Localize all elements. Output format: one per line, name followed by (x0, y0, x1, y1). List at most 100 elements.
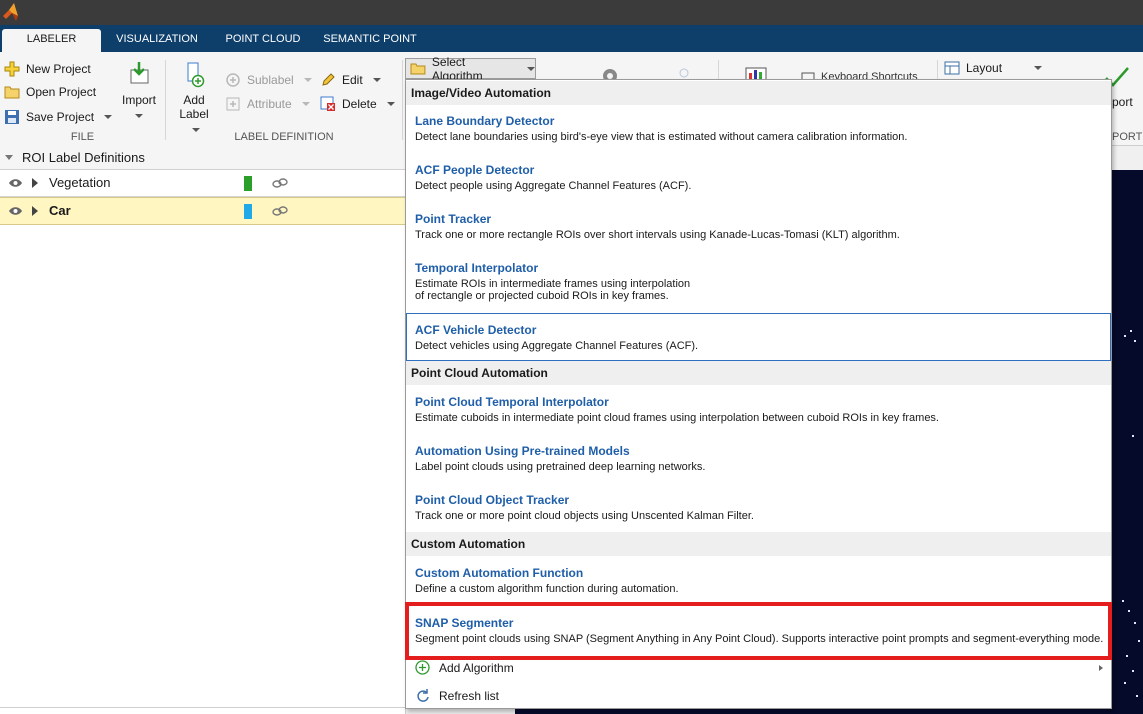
label-color-swatch[interactable] (244, 204, 252, 219)
chevron-down-icon (372, 78, 381, 82)
algorithm-item-point-cloud-object-tracker[interactable]: Point Cloud Object Tracker Track one or … (406, 493, 1111, 525)
algorithm-name: Point Tracker (415, 212, 492, 226)
group-header: Point Cloud Automation (406, 361, 1111, 385)
label-row-car[interactable]: Car (0, 197, 405, 225)
algorithm-description: Track one or more rectangle ROIs over sh… (415, 229, 900, 241)
algorithm-item-point-cloud-temporal-interpolator[interactable]: Point Cloud Temporal Interpolator Estima… (406, 395, 1111, 427)
chevron-down-icon (303, 78, 312, 82)
algorithm-description: Define a custom algorithm function durin… (415, 583, 679, 595)
select-algorithm-button[interactable]: Select Algorithm (405, 55, 536, 83)
roi-header-title: ROI Label Definitions (22, 150, 145, 165)
algorithm-item-acf-people-detector[interactable]: ACF People Detector Detect people using … (406, 163, 1111, 195)
algorithm-item-temporal-interpolator[interactable]: Temporal Interpolator Estimate ROIs in i… (406, 261, 1111, 305)
algorithm-item-acf-vehicle-detector[interactable]: ACF Vehicle Detector Detect vehicles usi… (406, 313, 1111, 361)
collapse-icon (5, 155, 13, 160)
tab-semantic-point[interactable]: SEMANTIC POINT (316, 29, 424, 52)
delete-icon (320, 96, 335, 111)
algorithm-description: Label point clouds using pretrained deep… (415, 461, 706, 473)
algorithm-name: Point Cloud Temporal Interpolator (415, 395, 609, 409)
add-label-line1: Add (183, 93, 205, 107)
folder-icon (410, 63, 426, 75)
add-circle-icon (415, 660, 430, 675)
algorithm-item-snap-segmenter[interactable]: SNAP Segmenter Segment point clouds usin… (405, 602, 1112, 660)
expand-icon[interactable] (32, 206, 38, 216)
label-name: Vegetation (49, 175, 111, 190)
export-section-label-partial: PORT (1112, 131, 1143, 143)
attribute-label: Attribute (247, 97, 292, 111)
open-project-label: Open Project (26, 85, 97, 99)
algorithm-name: Point Cloud Object Tracker (415, 493, 570, 507)
sublabel-button[interactable]: Sublabel (225, 72, 312, 88)
algorithm-item-point-tracker[interactable]: Point Tracker Track one or more rectangl… (406, 212, 1111, 244)
gear-icon (603, 69, 617, 80)
group-header: Image/Video Automation (406, 81, 1111, 105)
add-label-line2: Label (179, 107, 209, 121)
algorithm-item-custom-automation-function[interactable]: Custom Automation Function Define a cust… (406, 566, 1111, 598)
new-project-button[interactable]: New Project (4, 61, 91, 77)
tab-labeler[interactable]: LABELER (2, 29, 101, 52)
roi-label-definitions-header[interactable]: ROI Label Definitions (0, 145, 405, 170)
algorithm-description: Track one or more point cloud objects us… (415, 510, 754, 522)
matlab-logo-icon (3, 3, 18, 21)
eye-icon[interactable] (8, 178, 23, 188)
label-color-swatch[interactable] (244, 176, 252, 191)
chart-icon (745, 67, 767, 80)
add-algorithm-item[interactable]: Add Algorithm (406, 655, 1111, 681)
algorithm-description: Segment point clouds using SNAP (Segment… (415, 633, 1104, 645)
algorithm-name: Custom Automation Function (415, 566, 584, 580)
add-label-icon (187, 62, 205, 88)
chevron-down-icon (104, 115, 113, 119)
edit-button[interactable]: Edit (320, 72, 381, 88)
label-name: Car (49, 203, 71, 218)
tab-point-cloud[interactable]: POINT CLOUD (218, 29, 308, 52)
algorithm-description: Estimate ROIs in intermediate frames usi… (415, 278, 691, 290)
refresh-list-item[interactable]: Refresh list (406, 683, 1111, 709)
algorithm-item-automation-using-pretrained-models[interactable]: Automation Using Pre-trained Models Labe… (406, 444, 1111, 476)
open-project-button[interactable]: Open Project (4, 85, 96, 99)
chevron-right-icon (1099, 665, 1103, 671)
save-project-button[interactable]: Save Project (4, 109, 113, 125)
add-label-button[interactable]: Add Label (174, 62, 214, 135)
folder-icon (4, 86, 20, 99)
label-definition-section-label: LABEL DEFINITION (234, 131, 334, 143)
sublabel-icon (226, 73, 240, 87)
layout-label: Layout (966, 61, 1003, 75)
tab-strip: LABELER VISUALIZATION POINT CLOUD SEMANT… (0, 25, 1143, 52)
expand-icon[interactable] (32, 178, 38, 188)
algorithm-dropdown-menu: Image/Video Automation Lane Boundary Det… (405, 79, 1112, 709)
edit-label: Edit (342, 73, 363, 87)
algorithm-description-line2: of rectangle or projected cuboid ROIs in… (415, 290, 669, 302)
link-icon[interactable] (272, 177, 288, 189)
file-section-label: FILE (70, 131, 95, 143)
import-label: Import (121, 93, 156, 107)
export-button-partial[interactable]: port (1112, 95, 1133, 109)
algorithm-name: ACF People Detector (415, 163, 535, 177)
chevron-down-icon (527, 66, 535, 71)
point-cloud-viewer[interactable] (1112, 170, 1143, 714)
algorithm-name: ACF Vehicle Detector (415, 323, 537, 337)
refresh-icon (417, 689, 429, 702)
delete-button[interactable]: Delete (320, 96, 395, 112)
attribute-button[interactable]: Attribute (225, 96, 310, 112)
algorithm-name: Automation Using Pre-trained Models (415, 444, 630, 458)
new-project-label: New Project (26, 62, 91, 76)
roi-label-panel: ROI Label Definitions Vegetation Car (0, 145, 406, 714)
algorithm-description: Detect vehicles using Aggregate Channel … (415, 340, 699, 352)
group-header: Custom Automation (406, 532, 1111, 556)
eye-icon[interactable] (8, 206, 23, 216)
add-algorithm-label: Add Algorithm (439, 661, 514, 675)
save-icon (5, 110, 19, 124)
layout-button[interactable]: Layout (944, 61, 1043, 75)
chevron-down-icon (301, 102, 310, 106)
algorithm-item-lane-boundary-detector[interactable]: Lane Boundary Detector Detect lane bound… (406, 114, 1111, 146)
plus-icon (4, 61, 20, 77)
tab-visualization[interactable]: VISUALIZATION (108, 29, 206, 52)
link-icon[interactable] (272, 205, 288, 217)
person-icon (679, 68, 689, 78)
import-button[interactable]: Import (118, 60, 160, 121)
algorithm-description: Estimate cuboids in intermediate point c… (415, 412, 939, 424)
import-icon (130, 62, 149, 84)
label-row-vegetation[interactable]: Vegetation (0, 170, 405, 197)
pencil-icon (322, 73, 335, 86)
chevron-down-icon (1034, 66, 1043, 70)
